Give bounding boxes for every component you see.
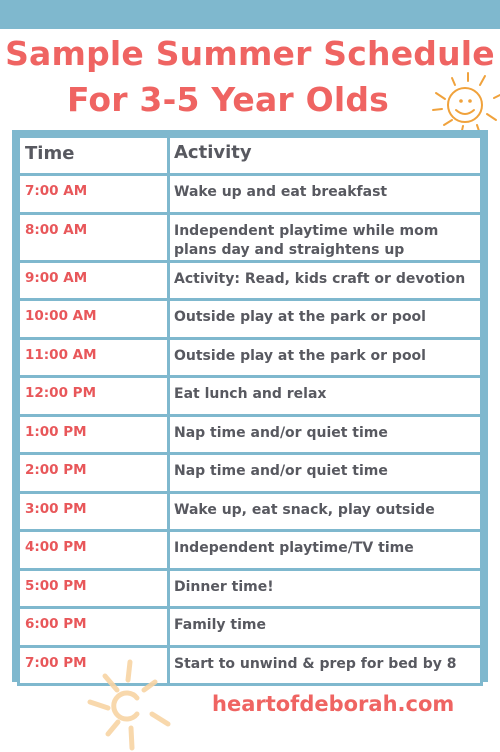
schedule-table-frame: Time Activity 7:00 AM Wake up and eat br… — [12, 130, 488, 686]
row-activity: Outside play at the park or pool — [167, 298, 483, 340]
row-activity: Independent playtime while mom plans day… — [167, 211, 483, 263]
top-banner-bar — [0, 0, 500, 29]
row-time: 1:00 PM — [17, 413, 170, 455]
title-line-2: For 3-5 Year Olds — [66, 80, 390, 119]
table-row: 6:00 PM Family time — [17, 606, 483, 648]
row-activity: Dinner time! — [167, 567, 483, 609]
row-activity: Family time — [167, 606, 483, 648]
row-time: 4:00 PM — [17, 529, 170, 571]
table-row: 7:00 AM Wake up and eat breakfast — [17, 173, 483, 215]
table-row: 12:00 PM Eat lunch and relax — [17, 375, 483, 417]
title-line-1: Sample Summer Schedule — [5, 34, 495, 73]
row-activity: Wake up, eat snack, play outside — [167, 490, 483, 532]
website-url: heartofdeborah.com — [212, 692, 455, 716]
table-row: 3:00 PM Wake up, eat snack, play outside — [17, 490, 483, 532]
table-row: 11:00 AM Outside play at the park or poo… — [17, 336, 483, 378]
sun-icon — [87, 659, 171, 751]
row-activity: Start to unwind & prep for bed by 8 — [167, 644, 483, 686]
row-time: 3:00 PM — [17, 490, 170, 532]
table-row: 2:00 PM Nap time and/or quiet time — [17, 452, 483, 494]
table-row: 1:00 PM Nap time and/or quiet time — [17, 413, 483, 455]
table-row: 4:00 PM Independent playtime/TV time — [17, 529, 483, 571]
row-time: 7:00 AM — [17, 173, 170, 215]
row-time: 9:00 AM — [17, 259, 170, 301]
table-header-row: Time Activity — [17, 135, 483, 176]
row-activity: Outside play at the park or pool — [167, 336, 483, 378]
schedule-table: Time Activity 7:00 AM Wake up and eat br… — [17, 135, 483, 686]
row-time: 5:00 PM — [17, 567, 170, 609]
row-time: 2:00 PM — [17, 452, 170, 494]
row-activity: Wake up and eat breakfast — [167, 173, 483, 215]
row-activity: Activity: Read, kids craft or devotion — [167, 259, 483, 301]
row-activity: Nap time and/or quiet time — [167, 452, 483, 494]
table-row: 9:00 AM Activity: Read, kids craft or de… — [17, 259, 483, 301]
header-activity: Activity — [167, 135, 483, 176]
row-time: 6:00 PM — [17, 606, 170, 648]
table-row: 10:00 AM Outside play at the park or poo… — [17, 298, 483, 340]
table-row: 5:00 PM Dinner time! — [17, 567, 483, 609]
row-activity: Independent playtime/TV time — [167, 529, 483, 571]
row-time: 11:00 AM — [17, 336, 170, 378]
header-time: Time — [17, 135, 170, 176]
row-activity: Nap time and/or quiet time — [167, 413, 483, 455]
row-time: 12:00 PM — [17, 375, 170, 417]
table-row: 8:00 AM Independent playtime while mom p… — [17, 211, 483, 263]
row-activity: Eat lunch and relax — [167, 375, 483, 417]
row-time: 10:00 AM — [17, 298, 170, 340]
row-time: 8:00 AM — [17, 211, 170, 263]
